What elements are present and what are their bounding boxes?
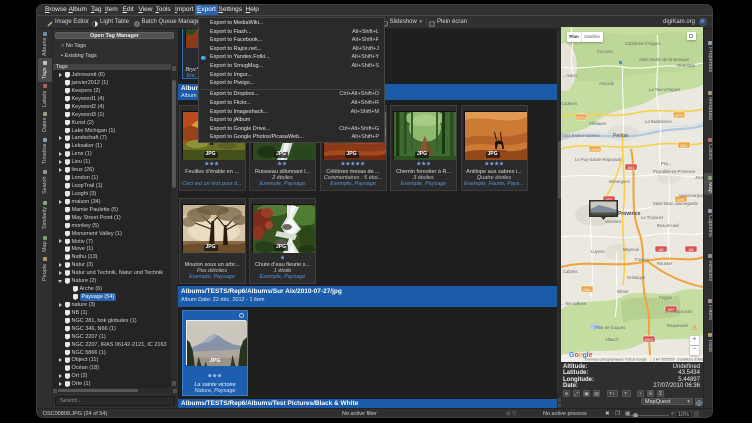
svg-text:Fuveau: Fuveau — [635, 257, 650, 262]
svg-text:Mimet: Mimet — [617, 289, 629, 294]
svg-text:La Bastidonne: La Bastidonne — [645, 119, 672, 124]
svg-text:Conditions d’utilisation: Conditions d’utilisation — [677, 358, 703, 362]
svg-text:2 km: 2 km — [653, 358, 661, 362]
svg-text:Grambois: Grambois — [677, 63, 695, 68]
svg-text:La Destrousse: La Destrousse — [665, 309, 693, 314]
svg-text:Saint-Martin-de-la-Brasque: Saint-Martin-de-la-Brasque — [639, 57, 690, 62]
svg-text:Beaurecueil: Beaurecueil — [657, 223, 679, 228]
svg-text:Le Puy-Sainte-Réparade: Le Puy-Sainte-Réparade — [575, 157, 622, 162]
svg-text:A8: A8 — [659, 247, 665, 252]
svg-text:Roquevaire: Roquevaire — [667, 323, 689, 328]
svg-text:La Tour-d’Aigues: La Tour-d’Aigues — [649, 87, 680, 92]
svg-text:Allauch: Allauch — [605, 337, 619, 342]
svg-text:...-les-Vallons: ...-les-Vallons — [561, 301, 586, 306]
svg-text:Peyrolles-en-Provence: Peyrolles-en-Provence — [653, 169, 696, 174]
svg-text:Rousset: Rousset — [657, 261, 673, 266]
svg-text:Cabrières-d’Aigues: Cabrières-d’Aigues — [625, 41, 661, 46]
svg-text:Luynes: Luynes — [591, 249, 605, 254]
svg-text:...marin: ...marin — [563, 73, 578, 78]
svg-text:Gréasque: Gréasque — [627, 275, 646, 280]
svg-text:Saint-Marc-Jaumegarde: Saint-Marc-Jaumegarde — [653, 201, 699, 206]
svg-text:A8: A8 — [689, 247, 695, 252]
svg-text:e: e — [589, 352, 593, 359]
svg-text:Vauvenargues: Vauvenargues — [679, 193, 703, 198]
svg-text:Peypin: Peypin — [659, 295, 672, 300]
svg-text:Villelaure: Villelaure — [589, 121, 607, 126]
svg-text:Saint-Estève-Janson: Saint-Estève-Janson — [561, 133, 600, 138]
svg-text:Venelles: Venelles — [605, 219, 621, 224]
svg-text:D8n: D8n — [583, 287, 590, 292]
svg-text:Cadenet: Cadenet — [561, 101, 578, 106]
svg-text:D973: D973 — [674, 113, 684, 118]
svg-text:Cabriès: Cabriès — [563, 269, 577, 274]
svg-text:D956: D956 — [590, 147, 600, 152]
svg-text:Pey...: Pey... — [661, 161, 671, 166]
svg-text:Pertuis: Pertuis — [613, 133, 629, 139]
svg-text:Jouq...: Jouq... — [695, 175, 703, 180]
svg-text:A51: A51 — [627, 165, 635, 170]
svg-text:D973: D973 — [576, 115, 586, 120]
svg-text:Le Tholonet: Le Tholonet — [641, 215, 664, 220]
svg-text:A501: A501 — [644, 337, 654, 342]
svg-text:Mévargues: Mévargues — [609, 179, 630, 184]
svg-text:Meyreuil: Meyreuil — [623, 247, 639, 252]
svg-text:Données cartographiques ©2016: Données cartographiques ©2016 Google — [585, 358, 647, 362]
svg-text:Ansouis: Ansouis — [599, 81, 614, 86]
svg-text:D61: D61 — [680, 143, 688, 148]
svg-text:Cucuron: Cucuron — [597, 49, 613, 54]
svg-text:Plan-de-Cuques: Plan-de-Cuques — [595, 325, 625, 330]
